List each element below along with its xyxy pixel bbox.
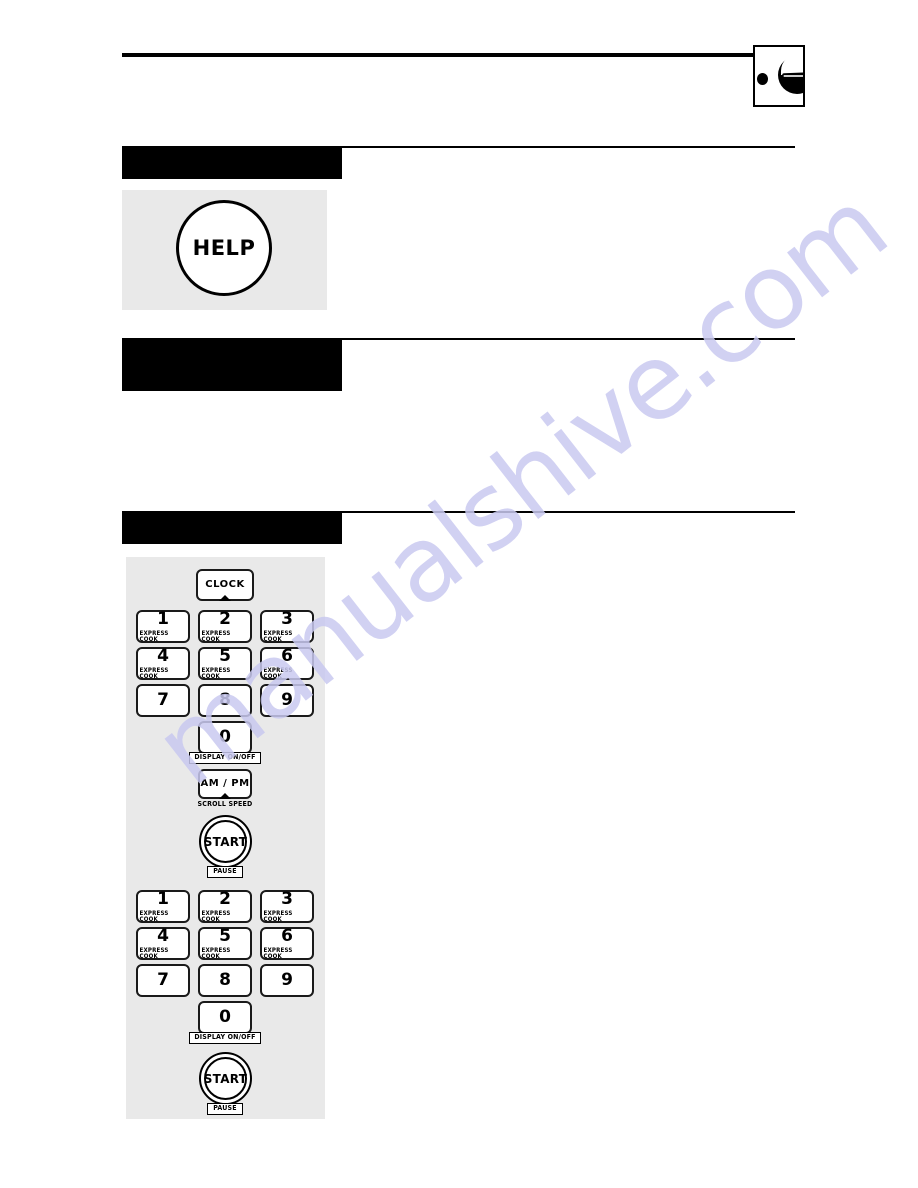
section-heading-2: [122, 338, 795, 391]
keypad-key-8[interactable]: 8: [198, 684, 252, 717]
start-button-2-label: START: [203, 1071, 248, 1086]
keypad2-key-2[interactable]: 2 EXPRESS COOK: [198, 890, 252, 923]
section-heading-2-rule: [342, 338, 795, 340]
keypad2-key-0-digit: 0: [219, 1007, 231, 1027]
section-heading-3: [122, 511, 795, 544]
keypad-key-0[interactable]: 0: [198, 721, 252, 754]
keypad-key-6-digit: 6: [281, 645, 293, 666]
display-on-off-caption: DISPLAY ON/OFF: [189, 752, 261, 764]
start-button-2[interactable]: START: [199, 1052, 252, 1105]
keypad-key-4-sublabel: EXPRESS COOK: [139, 665, 169, 680]
help-button-label: HELP: [192, 236, 256, 260]
keypad-key-1[interactable]: 1 EXPRESS COOK: [136, 610, 190, 643]
keypad-key-1-digit: 1: [157, 608, 169, 629]
keypad-key-3-sublabel: EXPRESS COOK: [263, 628, 293, 643]
keypad2-key-8-digit: 8: [219, 970, 231, 990]
keypad-upper-group: CLOCK 1 EXPRESS COOK 2 EXPRESS COOK 3 EX…: [126, 557, 325, 878]
keypad-key-5-digit: 5: [219, 645, 231, 666]
keypad2-key-7[interactable]: 7: [136, 964, 190, 997]
keypad-key-7[interactable]: 7: [136, 684, 190, 717]
keypad2-key-3-digit: 3: [281, 888, 293, 909]
scroll-speed-caption: SCROLL SPEED: [197, 800, 253, 808]
clock-button-label: CLOCK: [205, 579, 245, 590]
keypad-key-6[interactable]: 6 EXPRESS COOK: [260, 647, 314, 680]
start-button[interactable]: START: [199, 815, 252, 868]
keypad-key-4[interactable]: 4 EXPRESS COOK: [136, 647, 190, 680]
keypad-key-5[interactable]: 5 EXPRESS COOK: [198, 647, 252, 680]
keypad2-key-0[interactable]: 0: [198, 1001, 252, 1034]
keypad2-key-4-digit: 4: [157, 925, 169, 946]
keypad-key-7-digit: 7: [157, 690, 169, 710]
keypad-key-8-digit: 8: [219, 690, 231, 710]
keypad-key-9[interactable]: 9: [260, 684, 314, 717]
keypad-key-1-sublabel: EXPRESS COOK: [139, 628, 169, 643]
clock-arrow-icon: [219, 595, 231, 601]
keypad2-key-6-sublabel: EXPRESS COOK: [263, 945, 293, 960]
section-heading-3-rule: [342, 511, 795, 513]
keypad2-key-9-digit: 9: [281, 970, 293, 990]
start-button-label: START: [203, 834, 248, 849]
dial-icon-glyph: [778, 54, 803, 94]
keypad2-key-4-sublabel: EXPRESS COOK: [139, 945, 169, 960]
keypad2-key-2-sublabel: EXPRESS COOK: [201, 908, 231, 923]
keypad2-key-5-digit: 5: [219, 925, 231, 946]
keypad2-key-1[interactable]: 1 EXPRESS COOK: [136, 890, 190, 923]
help-button[interactable]: HELP: [176, 200, 272, 296]
keypad-key-3[interactable]: 3 EXPRESS COOK: [260, 610, 314, 643]
am-pm-button-label: AM / PM: [200, 778, 250, 789]
pause-caption-2: PAUSE: [207, 1103, 243, 1115]
pause-caption: PAUSE: [207, 866, 243, 878]
manual-page: HELP CLOCK 1 EXPRESS COOK 2 EXPRESS COOK…: [0, 0, 918, 1188]
keypad-key-9-digit: 9: [281, 690, 293, 710]
keypad-key-0-digit: 0: [219, 727, 231, 747]
keypad-key-3-digit: 3: [281, 608, 293, 629]
section-heading-1-bar: [122, 146, 342, 179]
keypad2-key-1-sublabel: EXPRESS COOK: [139, 908, 169, 923]
control-panel-keypad-figure: CLOCK 1 EXPRESS COOK 2 EXPRESS COOK 3 EX…: [126, 557, 325, 1119]
top-horizontal-rule: [122, 53, 795, 57]
keypad2-key-9[interactable]: 9: [260, 964, 314, 997]
dial-icon-dot: [757, 73, 768, 85]
keypad2-key-7-digit: 7: [157, 970, 169, 990]
keypad-lower-group: 1 EXPRESS COOK 2 EXPRESS COOK 3 EXPRESS …: [126, 890, 325, 1119]
keypad2-key-6[interactable]: 6 EXPRESS COOK: [260, 927, 314, 960]
keypad2-key-4[interactable]: 4 EXPRESS COOK: [136, 927, 190, 960]
section-heading-3-bar: [122, 511, 342, 544]
keypad2-key-1-digit: 1: [157, 888, 169, 909]
control-panel-dial-icon: [753, 45, 805, 107]
section-heading-1-rule: [342, 146, 795, 148]
display-on-off-caption-2: DISPLAY ON/OFF: [189, 1032, 261, 1044]
keypad-key-6-sublabel: EXPRESS COOK: [263, 665, 293, 680]
keypad-key-4-digit: 4: [157, 645, 169, 666]
keypad2-key-5[interactable]: 5 EXPRESS COOK: [198, 927, 252, 960]
keypad-key-5-sublabel: EXPRESS COOK: [201, 665, 231, 680]
section-heading-2-bar: [122, 338, 342, 391]
help-button-figure: HELP: [122, 190, 327, 310]
keypad-key-2[interactable]: 2 EXPRESS COOK: [198, 610, 252, 643]
keypad2-key-8[interactable]: 8: [198, 964, 252, 997]
section-heading-1: [122, 146, 795, 179]
keypad2-key-3-sublabel: EXPRESS COOK: [263, 908, 293, 923]
keypad2-key-2-digit: 2: [219, 888, 231, 909]
keypad-key-2-digit: 2: [219, 608, 231, 629]
keypad-key-2-sublabel: EXPRESS COOK: [201, 628, 231, 643]
keypad2-key-5-sublabel: EXPRESS COOK: [201, 945, 231, 960]
am-pm-arrow-icon: [219, 793, 231, 799]
keypad2-key-6-digit: 6: [281, 925, 293, 946]
keypad2-key-3[interactable]: 3 EXPRESS COOK: [260, 890, 314, 923]
